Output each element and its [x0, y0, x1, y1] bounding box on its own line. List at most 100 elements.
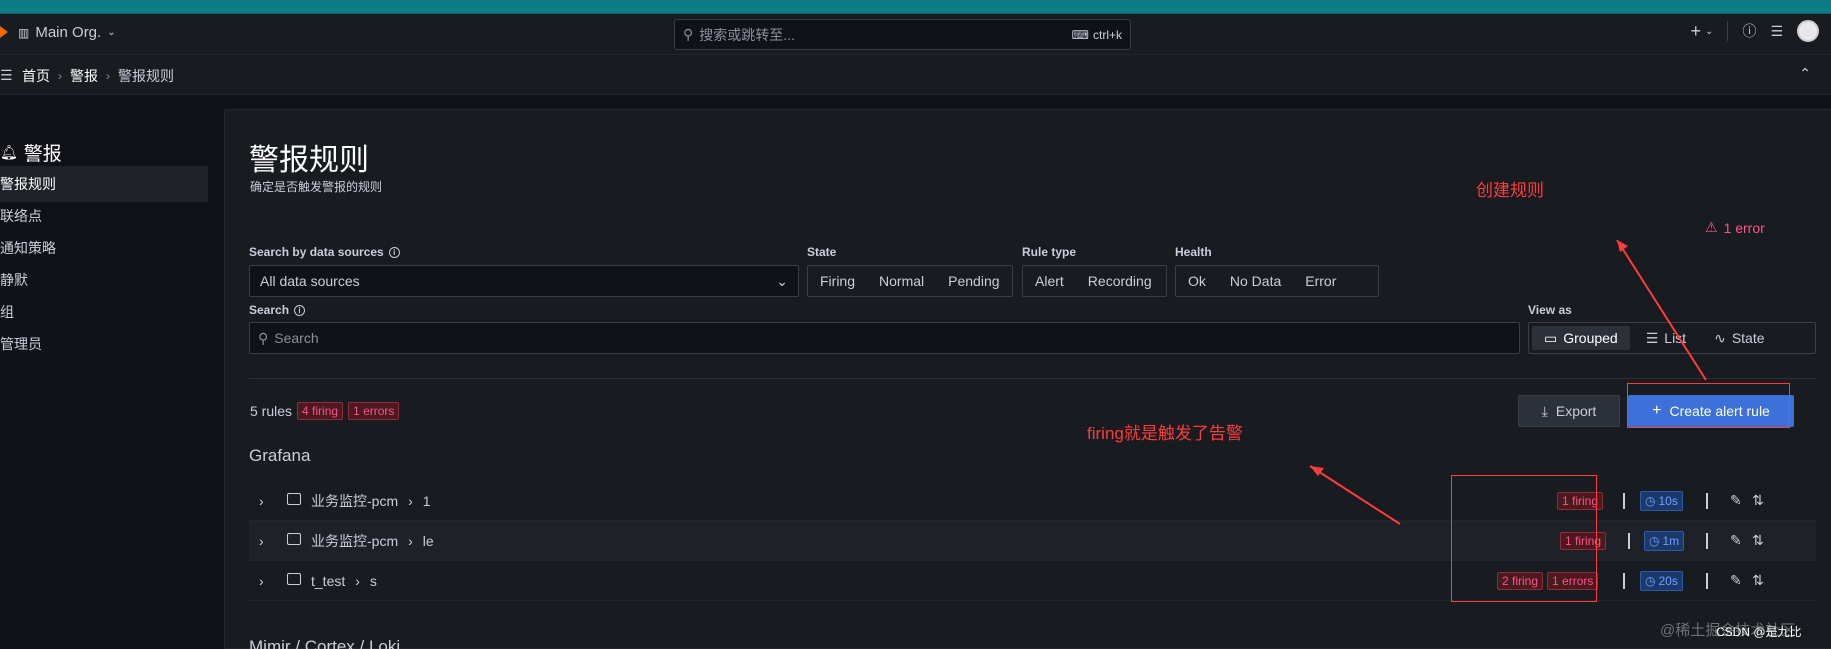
folder-icon: ▭: [1544, 329, 1558, 346]
health-option-ok[interactable]: Ok: [1176, 273, 1218, 289]
org-name: Main Org.: [35, 24, 102, 41]
news-rss-icon[interactable]: ☰: [1770, 23, 1783, 40]
chevron-right-icon: ›: [106, 69, 110, 83]
chevron-right-icon[interactable]: ›: [259, 533, 264, 549]
divider: [1706, 573, 1708, 589]
divider: [1623, 493, 1625, 509]
chevron-down-icon: ⌄: [776, 272, 788, 289]
interval-badge: ◷ 10s: [1640, 491, 1683, 511]
annotation-firing: firing就是触发了告警: [1087, 424, 1243, 443]
rule-group-name: t_test › s: [311, 572, 377, 589]
rule-group-name: 业务监控-pcm › le: [311, 532, 434, 549]
viewas-grouped[interactable]: ▭ Grouped: [1532, 326, 1630, 350]
divider: [1623, 573, 1625, 589]
breadcrumb: 首页 › 警报 › 警报规则: [22, 66, 174, 86]
sidenav-item-notification-policies[interactable]: 通知策略: [0, 230, 208, 266]
state-option-firing[interactable]: Firing: [808, 273, 867, 289]
reorder-icon[interactable]: ⇅: [1752, 492, 1764, 509]
sidenav-title: 🔔︎ 警报: [0, 144, 62, 165]
sidenav-item-groups[interactable]: 组: [0, 294, 208, 330]
menu-icon[interactable]: ☰: [0, 67, 13, 84]
divider: [1706, 533, 1708, 549]
sidenav-item-contact-points[interactable]: 联络点: [0, 198, 208, 234]
annotation-create-rule: 创建规则: [1476, 181, 1544, 200]
sidenav-item-silences[interactable]: 静默: [0, 262, 208, 298]
divider: [249, 378, 1816, 379]
viewas-toggle: ▭ Grouped ☰ List ∿ State: [1528, 322, 1816, 354]
ruletype-option-alert[interactable]: Alert: [1023, 273, 1076, 289]
user-avatar[interactable]: [1797, 20, 1819, 42]
divider: [1727, 21, 1729, 41]
keyboard-icon: ⌨: [1071, 27, 1089, 42]
divider: [1628, 533, 1630, 549]
breadcrumb-alerting[interactable]: 警报: [70, 66, 98, 86]
edit-icon[interactable]: ✎: [1730, 492, 1742, 509]
breadcrumb-home[interactable]: 首页: [22, 66, 50, 86]
download-icon: ⤓: [1541, 402, 1548, 419]
sidenav-item-alert-rules[interactable]: 警报规则: [0, 166, 208, 202]
search-placeholder: 搜索或跳转至...: [699, 26, 795, 43]
interval-badge: ◷ 1m: [1644, 531, 1685, 551]
list-icon: ☰: [1645, 329, 1659, 346]
firing-count-badge: 4 firing: [297, 402, 344, 420]
ruletype-filter-label: Rule type: [1022, 245, 1077, 259]
rules-summary: 5 rules 4 firing 1 errors: [250, 402, 400, 420]
building-icon: ▥: [18, 25, 30, 40]
info-icon[interactable]: i: [388, 246, 400, 258]
state-option-pending[interactable]: Pending: [936, 273, 1011, 289]
folder-icon: [287, 493, 301, 505]
page-title: 警报规则: [249, 144, 369, 177]
help-icon[interactable]: ⓘ: [1742, 21, 1756, 41]
chevron-up-icon[interactable]: ⌃: [1799, 65, 1811, 82]
datasource-select[interactable]: All data sources ⌄: [249, 265, 799, 297]
viewas-state[interactable]: ∿ State: [1702, 326, 1776, 350]
chevron-down-icon[interactable]: ⌄: [1705, 26, 1713, 37]
reorder-icon[interactable]: ⇅: [1752, 572, 1764, 589]
search-label: Search i: [249, 303, 306, 317]
ruletype-option-recording[interactable]: Recording: [1076, 273, 1164, 289]
global-search-input[interactable]: ⚲ 搜索或跳转至... ⌨ ctrl+k: [674, 19, 1131, 50]
state-filter: Firing Normal Pending: [807, 265, 1013, 297]
error-notice[interactable]: ⚠ 1 error: [1705, 219, 1765, 236]
divider: [1706, 493, 1708, 509]
breadcrumb-bar: ☰ 首页 › 警报 › 警报规则 ⌃: [0, 55, 1831, 95]
sidenav-item-admin[interactable]: 管理员: [0, 326, 208, 362]
edit-icon[interactable]: ✎: [1730, 532, 1742, 549]
top-navbar: ▥ Main Org. ⌄ ⚲ 搜索或跳转至... ⌨ ctrl+k + ⌄ ⓘ …: [0, 14, 1831, 55]
export-button[interactable]: ⤓ Export: [1518, 395, 1620, 427]
chevron-right-icon: ›: [408, 492, 413, 509]
chevron-right-icon: ›: [355, 572, 360, 589]
rule-group-name: 业务监控-pcm › 1: [311, 492, 431, 509]
folder-icon: [287, 573, 301, 585]
health-filter: Ok No Data Error: [1175, 265, 1379, 297]
edit-icon[interactable]: ✎: [1730, 572, 1742, 589]
grafana-logo-icon[interactable]: [0, 22, 8, 42]
health-filter-label: Health: [1175, 245, 1212, 259]
section-grafana: Grafana: [249, 446, 311, 465]
clock-icon: ◷: [1645, 574, 1656, 588]
chevron-down-icon: ⌄: [107, 27, 116, 38]
rules-search-input[interactable]: ⚲ Search: [249, 322, 1520, 354]
health-option-error[interactable]: Error: [1293, 273, 1348, 289]
section-mimir: Mimir / Cortex / Loki: [249, 637, 401, 649]
clock-icon: ◷: [1645, 494, 1656, 508]
search-icon: ⚲: [683, 26, 694, 42]
bell-icon: 🔔︎: [0, 144, 18, 160]
reorder-icon[interactable]: ⇅: [1752, 532, 1764, 549]
chevron-right-icon[interactable]: ›: [259, 493, 264, 509]
state-option-normal[interactable]: Normal: [867, 273, 936, 289]
breadcrumb-current: 警报规则: [118, 68, 174, 84]
org-switcher[interactable]: ▥ Main Org. ⌄: [18, 24, 116, 41]
page-subtitle: 确定是否触发警报的规则: [250, 180, 383, 194]
error-count-badge: 1 errors: [348, 402, 400, 420]
warning-icon: ⚠: [1705, 219, 1718, 235]
shortcut-hint: ⌨ ctrl+k: [1071, 27, 1122, 42]
viewas-list[interactable]: ☰ List: [1634, 326, 1698, 350]
chevron-right-icon[interactable]: ›: [259, 573, 264, 589]
folder-icon: [287, 533, 301, 545]
info-icon[interactable]: i: [294, 304, 306, 316]
state-filter-label: State: [807, 245, 837, 259]
health-option-nodata[interactable]: No Data: [1218, 273, 1293, 289]
top-right-actions: + ⌄ ⓘ ☰: [1691, 20, 1819, 42]
add-icon[interactable]: +: [1691, 21, 1702, 42]
